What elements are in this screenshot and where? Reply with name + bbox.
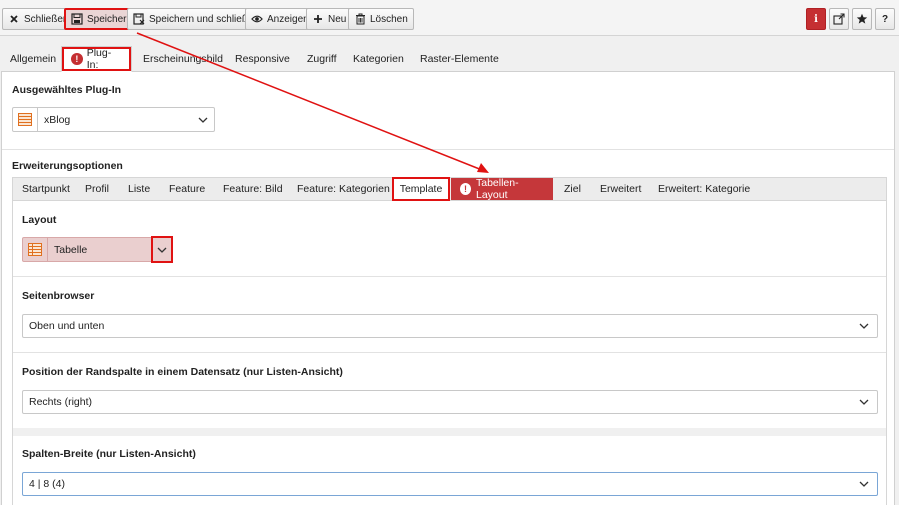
divider — [2, 149, 894, 150]
tab-label: Allgemein — [10, 53, 57, 65]
tab-label: Profil — [85, 183, 109, 195]
tab-label: Kategorien — [353, 53, 404, 65]
tab-label: Responsive — [235, 53, 290, 65]
sidebar-position-select[interactable]: Rechts (right) — [22, 390, 878, 414]
chevron-down-icon[interactable] — [151, 236, 173, 263]
tab-plugin[interactable]: ! Plug-In: — [61, 46, 132, 72]
tab-responsive[interactable]: Responsive — [226, 46, 299, 72]
tab-startpoint[interactable]: Startpunkt — [13, 178, 79, 200]
divider — [13, 428, 886, 436]
sidebar-position-label: Position der Randspalte in einem Datensa… — [22, 366, 343, 378]
extension-section-title: Erweiterungsoptionen — [12, 160, 123, 172]
warning-icon: ! — [71, 53, 83, 65]
tab-table-layout[interactable]: ! Tabellen-Layout — [451, 177, 553, 201]
layout-select[interactable]: Tabelle — [22, 236, 173, 263]
list-icon — [13, 108, 38, 131]
page-browser-value: Oben und unten — [29, 320, 105, 332]
tab-label: Feature — [169, 183, 206, 195]
tab-advanced-category[interactable]: Erweitert: Kategorie — [649, 178, 759, 200]
tab-label: Plug-In: — [86, 47, 112, 71]
page-browser-label: Seitenbrowser — [22, 290, 95, 302]
help-icon: ? — [881, 13, 889, 25]
tab-label: Feature: Kategorien — [297, 183, 390, 195]
tab-label: Feature: Bild — [223, 183, 283, 195]
main-tabs: Allgemein ! Plug-In: Erscheinungsbild Re… — [1, 46, 895, 72]
extension-tabs: Startpunkt Profil Liste Feature Feature:… — [12, 177, 887, 201]
divider — [13, 352, 886, 353]
table-layout-panel: Layout Tabelle Seitenbrowser Oben und un… — [12, 201, 887, 505]
tab-grid-elements[interactable]: Raster-Elemente — [411, 46, 508, 72]
layout-select-value: Tabelle — [54, 243, 88, 256]
chevron-down-icon — [192, 117, 214, 123]
close-label: Schließen — [24, 13, 69, 25]
plugin-panel: Ausgewähltes Plug-In xBlog Erweiterungso… — [1, 72, 895, 505]
column-width-select[interactable]: 4 | 8 (4) — [22, 472, 878, 496]
trash-icon — [354, 13, 366, 25]
favorite-button[interactable] — [852, 8, 872, 30]
tab-categories[interactable]: Kategorien — [344, 46, 413, 72]
external-link-icon — [833, 13, 845, 25]
table-icon — [23, 238, 48, 261]
column-width-label: Spalten-Breite (nur Listen-Ansicht) — [22, 448, 196, 460]
chevron-down-icon — [853, 315, 875, 337]
plugin-section-title: Ausgewähltes Plug-In — [12, 84, 122, 96]
tab-list[interactable]: Liste — [119, 178, 159, 200]
tab-template[interactable]: Template — [392, 177, 450, 201]
tab-label: Template — [399, 183, 443, 195]
page-browser-select[interactable]: Oben und unten — [22, 314, 878, 338]
info-icon: i — [814, 13, 818, 25]
tab-feature[interactable]: Feature — [160, 178, 214, 200]
view-label: Anzeigen — [267, 13, 309, 25]
tab-label: Ziel — [564, 183, 581, 195]
delete-button[interactable]: Löschen — [348, 8, 414, 30]
tab-appearance[interactable]: Erscheinungsbild — [134, 46, 232, 72]
plus-icon — [312, 13, 324, 25]
tab-label: Tabellen-Layout — [476, 177, 519, 201]
tab-label: Erweitert — [600, 183, 642, 195]
new-button[interactable]: Neu — [306, 8, 353, 30]
chevron-down-icon — [853, 473, 875, 495]
warning-icon: ! — [460, 183, 471, 195]
tab-label: Erweitert: Kategorie — [658, 183, 751, 195]
tab-label: Liste — [128, 183, 151, 195]
tab-feature-image[interactable]: Feature: Bild — [214, 178, 292, 200]
new-label: Neu — [328, 13, 347, 25]
floppy-close-icon — [133, 13, 145, 25]
tab-label: Erscheinungsbild — [143, 53, 223, 65]
help-button[interactable]: ? — [875, 8, 895, 30]
eye-icon — [251, 13, 263, 25]
external-link-button[interactable] — [829, 8, 849, 30]
toolbar: Schließen Speichern Speichern und schlie… — [0, 0, 899, 36]
close-icon — [8, 13, 20, 25]
sidebar-position-value: Rechts (right) — [29, 396, 93, 408]
tab-advanced[interactable]: Erweitert — [591, 178, 650, 200]
plugin-select-value: xBlog — [44, 113, 71, 126]
chevron-down-icon — [853, 391, 875, 413]
layout-label: Layout — [22, 214, 57, 226]
info-button[interactable]: i — [806, 8, 826, 30]
floppy-icon — [71, 13, 83, 25]
tab-profile[interactable]: Profil — [76, 178, 118, 200]
star-icon — [856, 13, 868, 25]
tab-feature-categories[interactable]: Feature: Kategorien — [288, 178, 399, 200]
tab-access[interactable]: Zugriff — [298, 46, 346, 72]
column-width-value: 4 | 8 (4) — [29, 478, 65, 490]
tab-general[interactable]: Allgemein — [1, 46, 65, 72]
view-button[interactable]: Anzeigen — [245, 8, 315, 30]
tab-label: Zugriff — [307, 53, 337, 65]
save-close-label: Speichern und schließen — [149, 13, 260, 25]
plugin-select[interactable]: xBlog — [12, 107, 215, 132]
delete-label: Löschen — [370, 13, 408, 25]
divider — [13, 276, 886, 277]
tab-label: Startpunkt — [22, 183, 70, 195]
tab-target[interactable]: Ziel — [555, 178, 590, 200]
save-label: Speichern — [87, 13, 133, 25]
tab-label: Raster-Elemente — [420, 53, 499, 65]
